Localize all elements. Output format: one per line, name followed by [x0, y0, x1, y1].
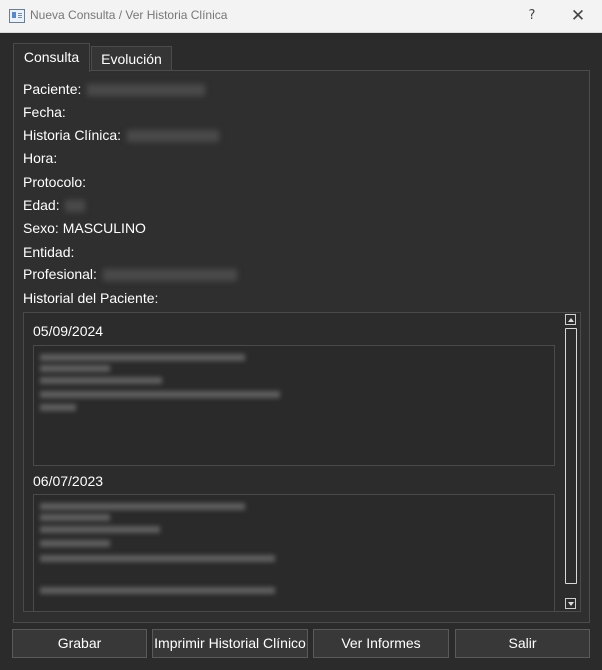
hora-label: Hora: — [23, 150, 58, 166]
tab-consulta[interactable]: Consulta — [13, 43, 90, 72]
note-line-redacted — [40, 354, 245, 361]
note-line-redacted — [40, 404, 76, 411]
ver-informes-button[interactable]: Ver Informes — [313, 629, 449, 658]
help-icon[interactable]: ? — [522, 6, 542, 26]
edad-row: Edad: — [23, 197, 86, 213]
protocolo-label: Protocolo: — [23, 174, 87, 190]
note-line-redacted — [40, 514, 110, 521]
note-line-redacted — [40, 391, 280, 398]
tab-evolucion[interactable]: Evolución — [91, 46, 172, 73]
fecha-label: Fecha: — [23, 104, 66, 120]
scroll-down-icon[interactable] — [565, 598, 576, 609]
history-note[interactable] — [33, 345, 555, 466]
note-line-redacted — [40, 540, 110, 547]
profesional-label: Profesional: — [23, 266, 97, 282]
history-note[interactable] — [33, 494, 555, 611]
scroll-up-icon[interactable] — [565, 314, 576, 325]
sexo-value: MASCULINO — [62, 220, 146, 236]
note-line-redacted — [40, 587, 275, 594]
historial-label: Historial del Paciente: — [23, 290, 159, 306]
close-icon[interactable]: ✕ — [567, 5, 589, 27]
salir-button[interactable]: Salir — [455, 629, 590, 658]
profesional-value-redacted — [102, 269, 237, 282]
historia-label: Historia Clínica: — [23, 127, 122, 143]
history-date: 05/09/2024 — [33, 323, 104, 339]
sexo-row: Sexo: MASCULINO — [23, 220, 146, 236]
note-line-redacted — [40, 365, 110, 372]
sexo-label: Sexo: — [23, 220, 59, 236]
title-bar: Nueva Consulta / Ver Historia Clínica ? … — [0, 0, 602, 33]
grabar-button[interactable]: Grabar — [12, 629, 147, 658]
historia-row: Historia Clínica: — [23, 127, 219, 143]
history-scrollbar[interactable] — [564, 314, 578, 610]
edad-label: Edad: — [23, 197, 60, 213]
scroll-thumb[interactable] — [565, 328, 577, 584]
historia-value-redacted — [126, 130, 219, 143]
window-title: Nueva Consulta / Ver Historia Clínica — [30, 8, 228, 22]
paciente-value-redacted — [87, 84, 206, 97]
entidad-label: Entidad: — [23, 244, 75, 260]
note-line-redacted — [40, 555, 275, 562]
paciente-row: Paciente: — [23, 81, 206, 97]
note-line-redacted — [40, 526, 160, 533]
profesional-row: Profesional: — [23, 266, 237, 282]
paciente-label: Paciente: — [23, 81, 82, 97]
app-icon — [9, 9, 25, 23]
note-line-redacted — [40, 377, 162, 384]
imprimir-historial-button[interactable]: Imprimir Historial Clínico — [152, 629, 308, 658]
history-date: 06/07/2023 — [33, 473, 104, 489]
note-line-redacted — [40, 503, 245, 510]
edad-value-redacted — [65, 200, 86, 213]
history-list[interactable]: 05/09/2024 06/07/2023 — [23, 312, 581, 612]
